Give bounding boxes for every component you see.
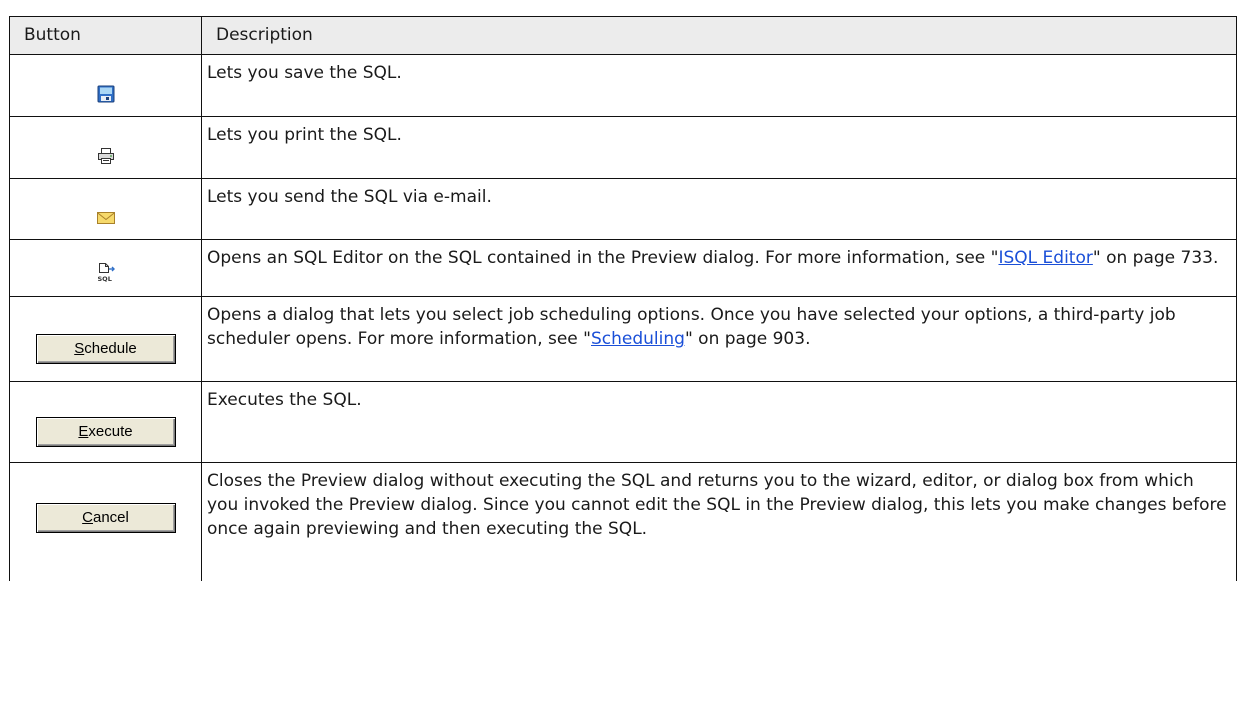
print-icon[interactable]	[97, 147, 115, 169]
button-cell: Execute	[9, 381, 202, 463]
table-header-row: Button Description	[9, 16, 1237, 55]
description-text: Opens an SQL Editor on the SQL contained…	[207, 248, 999, 268]
scheduling-link[interactable]: Scheduling	[591, 329, 685, 349]
execute-label: xecute	[88, 423, 133, 440]
row-description: Opens a dialog that lets you select job …	[201, 296, 1237, 382]
row-description: Closes the Preview dialog without execut…	[201, 462, 1237, 581]
row-description: Opens an SQL Editor on the SQL contained…	[201, 239, 1237, 297]
execute-button[interactable]: Execute	[35, 417, 176, 447]
table-row: Lets you save the SQL.	[9, 54, 1237, 117]
header-description: Description	[201, 16, 1237, 55]
button-cell: Schedule	[9, 296, 202, 382]
button-cell: SQL	[9, 239, 202, 297]
button-cell: Cancel	[9, 462, 202, 581]
table-row: Cancel Closes the Preview dialog without…	[9, 462, 1237, 581]
table-row: Execute Executes the SQL.	[9, 381, 1237, 463]
table-row: Schedule Opens a dialog that lets you se…	[9, 296, 1237, 382]
schedule-button[interactable]: Schedule	[35, 334, 176, 364]
schedule-label: chedule	[84, 340, 137, 357]
table-row: Lets you print the SQL.	[9, 116, 1237, 179]
preview-buttons-table: Button Description Lets you save the SQL…	[9, 16, 1237, 581]
table-row: Lets you send the SQL via e-mail.	[9, 178, 1237, 240]
cancel-button[interactable]: Cancel	[35, 502, 176, 533]
cancel-mnemonic: C	[82, 508, 93, 526]
open-sql-editor-icon[interactable]: SQL	[96, 262, 116, 286]
cancel-label: ancel	[92, 508, 129, 526]
button-cell	[9, 178, 202, 240]
row-description: Lets you save the SQL.	[201, 54, 1237, 117]
button-cell	[9, 116, 202, 179]
email-icon[interactable]	[96, 210, 115, 229]
description-text: " on page 733.	[1092, 248, 1219, 268]
execute-mnemonic: E	[78, 423, 89, 440]
table-row: SQL Opens an SQL Editor on the SQL conta…	[9, 239, 1237, 297]
svg-text:SQL: SQL	[97, 275, 111, 282]
schedule-mnemonic: S	[74, 340, 85, 357]
row-description: Executes the SQL.	[201, 381, 1237, 463]
button-cell	[9, 54, 202, 117]
header-button: Button	[9, 16, 202, 55]
row-description: Lets you print the SQL.	[201, 116, 1237, 179]
save-icon[interactable]	[97, 85, 115, 107]
isql-editor-link[interactable]: ISQL Editor	[998, 248, 1092, 268]
description-text: " on page 903.	[684, 329, 811, 349]
row-description: Lets you send the SQL via e-mail.	[201, 178, 1237, 240]
